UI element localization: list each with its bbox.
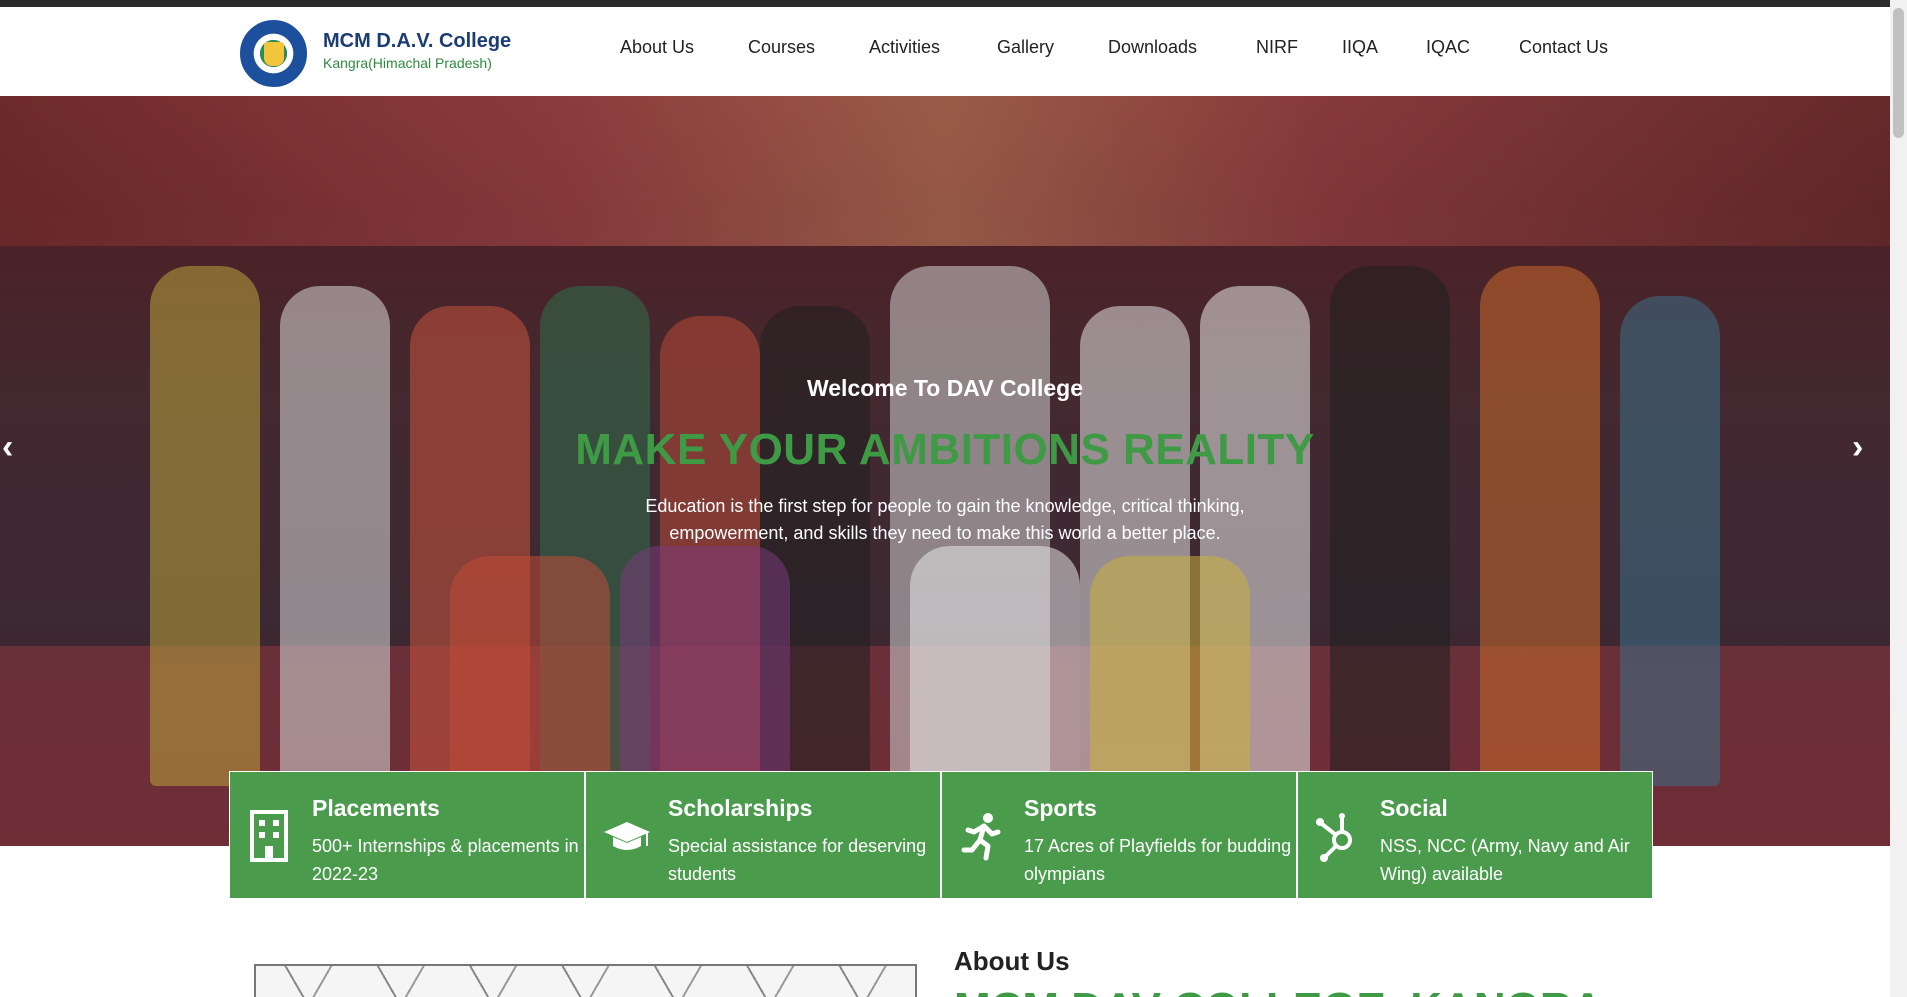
top-dark-strip bbox=[0, 0, 1890, 7]
building-icon bbox=[246, 810, 292, 862]
hero-photo-figure bbox=[910, 546, 1080, 806]
nav-contact-us[interactable]: Contact Us bbox=[1519, 37, 1608, 58]
graduation-cap-icon bbox=[602, 810, 650, 862]
feature-text: Special assistance for deserving student… bbox=[668, 836, 927, 884]
running-person-icon bbox=[958, 810, 1004, 862]
hero-photo-figure bbox=[1480, 266, 1600, 786]
nav-downloads[interactable]: Downloads bbox=[1108, 37, 1197, 58]
about-image bbox=[254, 964, 917, 997]
college-logo[interactable] bbox=[240, 20, 307, 87]
feature-title: Placements bbox=[312, 795, 440, 821]
network-icon bbox=[1314, 810, 1360, 862]
feature-card-placements[interactable]: Placements 500+ Internships & placements… bbox=[229, 771, 585, 899]
nav-iqac[interactable]: IQAC bbox=[1426, 37, 1470, 58]
feature-strip: Placements 500+ Internships & placements… bbox=[229, 771, 1653, 899]
nav-activities[interactable]: Activities bbox=[869, 37, 940, 58]
hero-tagline: MAKE YOUR AMBITIONS REALITY bbox=[575, 425, 1315, 474]
feature-text: NSS, NCC (Army, Navy and Air Wing) avail… bbox=[1380, 836, 1630, 884]
page-scrollbar[interactable] bbox=[1890, 0, 1907, 997]
site-header: MCM D.A.V. College Kangra(Himachal Prade… bbox=[0, 7, 1890, 96]
hero-welcome: Welcome To DAV College bbox=[806, 375, 1084, 401]
nav-courses[interactable]: Courses bbox=[748, 37, 815, 58]
feature-card-sports[interactable]: Sports 17 Acres of Playfields for buddin… bbox=[941, 771, 1297, 899]
hero-photo-figure bbox=[620, 546, 790, 806]
about-heading: MCM DAV COLLEGE, KANGRA bbox=[954, 984, 1603, 997]
hero-description: Education is the first step for people t… bbox=[645, 496, 1245, 543]
hero-photo-figure bbox=[1090, 556, 1250, 806]
feature-card-scholarships[interactable]: Scholarships Special assistance for dese… bbox=[585, 771, 941, 899]
feature-text: 500+ Internships & placements in 2022-23 bbox=[312, 836, 579, 884]
hero-photo-figure bbox=[1620, 296, 1720, 786]
feature-title: Sports bbox=[1024, 795, 1097, 821]
feature-title: Social bbox=[1380, 795, 1448, 821]
hero-photo-figure bbox=[450, 556, 610, 806]
logo-emblem-icon bbox=[264, 42, 284, 66]
hero-photo-figure bbox=[280, 286, 390, 786]
nav-nirf[interactable]: NIRF bbox=[1256, 37, 1298, 58]
brand-location: Kangra(Himachal Pradesh) bbox=[323, 55, 492, 71]
about-label: About Us bbox=[954, 946, 1070, 976]
nav-about-us[interactable]: About Us bbox=[620, 37, 694, 58]
brand-title[interactable]: MCM D.A.V. College bbox=[323, 30, 511, 53]
nav-iiqa[interactable]: IIQA bbox=[1342, 37, 1378, 58]
scrollbar-thumb[interactable] bbox=[1893, 8, 1904, 138]
hero-photo-figure bbox=[150, 266, 260, 786]
feature-text: 17 Acres of Playfields for budding olymp… bbox=[1024, 836, 1292, 884]
hero-stage-backdrop bbox=[0, 96, 1890, 246]
hero-photo-figure bbox=[1330, 266, 1450, 786]
nav-gallery[interactable]: Gallery bbox=[997, 37, 1054, 58]
feature-title: Scholarships bbox=[668, 795, 813, 821]
feature-card-social[interactable]: Social NSS, NCC (Army, Navy and Air Wing… bbox=[1297, 771, 1653, 899]
